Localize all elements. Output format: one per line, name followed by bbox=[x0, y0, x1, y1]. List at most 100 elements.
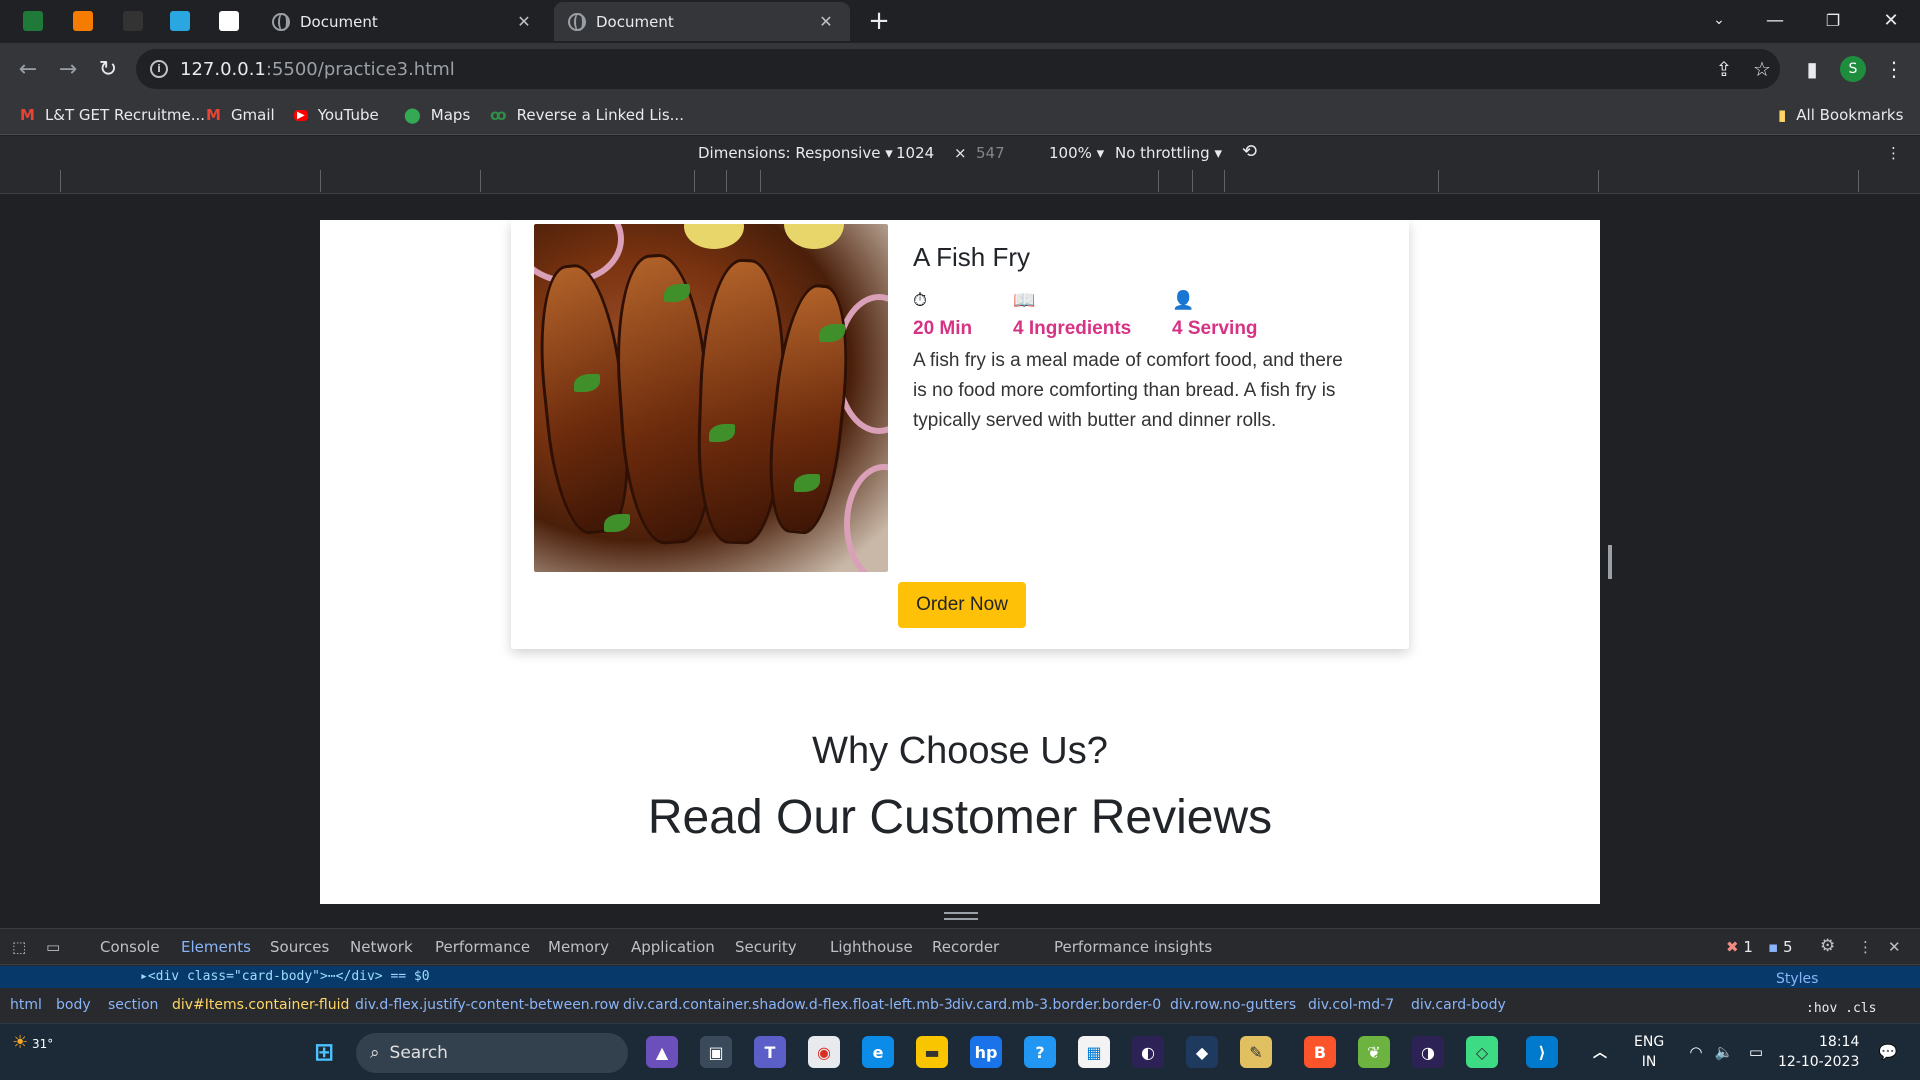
tab-security[interactable]: Security bbox=[735, 938, 797, 956]
device-toggle-icon[interactable]: ▭ bbox=[46, 938, 60, 956]
crumb-row-no-gutters[interactable]: div.row.no-gutters bbox=[1170, 997, 1296, 1013]
brave-icon[interactable]: B bbox=[1304, 1036, 1336, 1068]
crumb-html[interactable]: html bbox=[10, 997, 42, 1013]
pinned-tab-3[interactable] bbox=[116, 6, 150, 36]
tab-elements[interactable]: Elements bbox=[181, 938, 251, 956]
file-explorer-icon[interactable]: ▬ bbox=[916, 1036, 948, 1068]
app-icon[interactable]: ▲ bbox=[646, 1036, 678, 1068]
tab-network[interactable]: Network bbox=[350, 938, 413, 956]
tab-document-1[interactable]: Document ✕ bbox=[258, 2, 548, 41]
edge-icon[interactable]: e bbox=[862, 1036, 894, 1068]
tab-memory[interactable]: Memory bbox=[548, 938, 609, 956]
crumb-row[interactable]: div.d-flex.justify-content-between.row bbox=[355, 997, 620, 1013]
bookmark-maps[interactable]: ⬤ Maps bbox=[404, 103, 470, 127]
share-icon[interactable]: ⇪ bbox=[1710, 55, 1738, 83]
width-input[interactable]: 1024 bbox=[896, 144, 934, 162]
minimize-button[interactable]: — bbox=[1748, 0, 1802, 40]
side-panel-icon[interactable]: ▮ bbox=[1798, 55, 1826, 83]
selected-dom-node[interactable]: ▸<div class="card-body">⋯</div> == $0 bbox=[0, 966, 1920, 988]
notification-icon[interactable]: 💬 bbox=[1872, 1036, 1904, 1068]
close-window-button[interactable]: ✕ bbox=[1864, 0, 1918, 40]
height-resize-handle[interactable] bbox=[944, 912, 978, 920]
more-icon[interactable]: ⋮ bbox=[1858, 938, 1873, 956]
inspect-icon[interactable]: ⬚ bbox=[12, 938, 26, 956]
tab-search-icon[interactable]: ⌄ bbox=[1692, 0, 1746, 40]
pinned-tab-1[interactable] bbox=[16, 6, 50, 36]
crumb-col-md-7[interactable]: div.col-md-7 bbox=[1308, 997, 1394, 1013]
spring-icon[interactable]: ❦ bbox=[1358, 1036, 1390, 1068]
tab-document-2[interactable]: Document ✕ bbox=[554, 2, 850, 41]
tab-lighthouse[interactable]: Lighthouse bbox=[830, 938, 913, 956]
tab-console[interactable]: Console bbox=[100, 938, 160, 956]
more-options-icon[interactable]: ⋮ bbox=[1886, 144, 1901, 162]
error-count[interactable]: ✖ 1 bbox=[1726, 938, 1753, 956]
chevron-up-icon[interactable]: ︿ bbox=[1584, 1036, 1616, 1068]
eclipse-icon[interactable]: ◐ bbox=[1132, 1036, 1164, 1068]
profile-avatar[interactable]: S bbox=[1840, 56, 1866, 82]
bookmark-lt-get[interactable]: M L&T GET Recruitme... bbox=[20, 103, 205, 127]
message-count[interactable]: ▪ 5 bbox=[1768, 938, 1792, 956]
pinned-tab-2[interactable] bbox=[66, 6, 100, 36]
weather-icon: ☀ bbox=[12, 1032, 29, 1053]
crumb-card-mb3[interactable]: div.card.mb-3.border.border-0 bbox=[952, 997, 1161, 1013]
teams-icon[interactable]: T bbox=[754, 1036, 786, 1068]
crumb-card-container[interactable]: div.card.container.shadow.d-flex.float-l… bbox=[623, 997, 953, 1013]
site-info-icon[interactable]: i bbox=[150, 60, 168, 78]
tab-recorder[interactable]: Recorder bbox=[932, 938, 999, 956]
bookmark-star-icon[interactable]: ☆ bbox=[1748, 55, 1776, 83]
taskbar-search[interactable]: ⌕ Search bbox=[356, 1033, 628, 1073]
bookmark-gmail[interactable]: M Gmail bbox=[206, 103, 275, 127]
crumb-section[interactable]: section bbox=[108, 997, 158, 1013]
language-indicator[interactable]: ENG IN bbox=[1634, 1032, 1664, 1072]
close-icon[interactable]: ✕ bbox=[514, 12, 534, 31]
dimensions-select[interactable]: Dimensions: Responsive ▾ bbox=[698, 144, 893, 162]
bookmarks-bar: M L&T GET Recruitme... M Gmail ▶ YouTube ⬤ M… bbox=[0, 95, 1920, 135]
vscode-icon[interactable]: ⟩ bbox=[1526, 1036, 1558, 1068]
width-resize-handle[interactable] bbox=[1608, 545, 1612, 579]
zoom-select[interactable]: 100% ▾ bbox=[1049, 144, 1104, 162]
order-now-button[interactable]: Order Now bbox=[898, 582, 1026, 628]
chrome-icon[interactable]: ◉ bbox=[808, 1036, 840, 1068]
hov-cls-toggle[interactable]: :hov .cls bbox=[1806, 1001, 1876, 1016]
tab-performance-insights[interactable]: Performance insights bbox=[1054, 938, 1212, 956]
pinned-tab-5[interactable] bbox=[212, 6, 246, 36]
start-icon[interactable]: ⊞ bbox=[308, 1036, 340, 1068]
pinned-tab-4[interactable] bbox=[163, 6, 197, 36]
android-studio-icon[interactable]: ◇ bbox=[1466, 1036, 1498, 1068]
notepad-icon[interactable]: ✎ bbox=[1240, 1036, 1272, 1068]
crumb-items[interactable]: div#Items.container-fluid bbox=[172, 997, 349, 1013]
tab-performance[interactable]: Performance bbox=[435, 938, 530, 956]
help-icon[interactable]: ? bbox=[1024, 1036, 1056, 1068]
crumb-body[interactable]: body bbox=[56, 997, 91, 1013]
forward-button[interactable]: → bbox=[50, 51, 86, 87]
close-icon[interactable]: ✕ bbox=[816, 12, 836, 31]
height-input[interactable]: 547 bbox=[976, 144, 1005, 162]
tab-application[interactable]: Application bbox=[631, 938, 715, 956]
clock[interactable]: 18:14 12-10-2023 bbox=[1778, 1032, 1859, 1072]
weather-widget[interactable]: ☀ 31° bbox=[12, 1032, 53, 1053]
styles-tab[interactable]: Styles bbox=[1776, 971, 1818, 987]
restore-button[interactable]: ❐ bbox=[1806, 0, 1860, 40]
rotate-icon[interactable]: ⟲ bbox=[1242, 141, 1257, 162]
settings-icon[interactable]: ⚙ bbox=[1820, 936, 1835, 956]
reload-button[interactable]: ↻ bbox=[90, 51, 126, 87]
all-bookmarks[interactable]: ▮ All Bookmarks bbox=[1778, 103, 1903, 127]
task-view-icon[interactable]: ▣ bbox=[700, 1036, 732, 1068]
bookmark-youtube[interactable]: ▶ YouTube bbox=[294, 103, 379, 127]
tab-sources[interactable]: Sources bbox=[270, 938, 329, 956]
eclipse-ee-icon[interactable]: ◑ bbox=[1412, 1036, 1444, 1068]
store-icon[interactable]: ▦ bbox=[1078, 1036, 1110, 1068]
crumb-card-body[interactable]: div.card-body bbox=[1411, 997, 1506, 1013]
address-bar[interactable]: i 127.0.0.1:5500/practice3.html bbox=[136, 49, 1780, 89]
device-toolbar: Dimensions: Responsive ▾ 1024 × 547 100%… bbox=[0, 136, 1920, 170]
throttling-select[interactable]: No throttling ▾ bbox=[1115, 144, 1222, 162]
menu-icon[interactable]: ⋮ bbox=[1880, 55, 1908, 83]
volume-icon[interactable]: 🔈 bbox=[1708, 1036, 1740, 1068]
bookmark-reverse-linked-list[interactable]: ꝏ Reverse a Linked Lis... bbox=[490, 103, 684, 127]
mysql-icon[interactable]: ◆ bbox=[1186, 1036, 1218, 1068]
battery-icon[interactable]: ▭ bbox=[1740, 1036, 1772, 1068]
new-tab-button[interactable]: + bbox=[862, 6, 896, 36]
back-button[interactable]: ← bbox=[10, 51, 46, 87]
myhp-icon[interactable]: hp bbox=[970, 1036, 1002, 1068]
close-devtools-icon[interactable]: ✕ bbox=[1888, 938, 1901, 956]
